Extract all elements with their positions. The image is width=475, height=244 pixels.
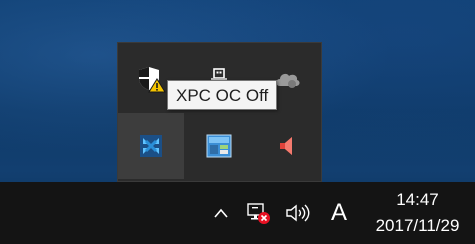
tray-item-network-app[interactable] xyxy=(186,113,252,179)
network-settings-app-icon xyxy=(206,134,232,158)
volume-button[interactable] xyxy=(279,182,317,244)
audio-speaker-app-icon xyxy=(280,137,292,155)
taskbar: A 14:47 2017/11/29 xyxy=(0,182,475,244)
windows-security-warning-icon xyxy=(139,67,166,93)
network-disconnected-icon xyxy=(247,203,270,224)
chevron-up-icon xyxy=(214,208,228,218)
clock-date: 2017/11/29 xyxy=(375,216,460,235)
xpc-oc-icon xyxy=(140,135,162,157)
input-method-indicator: A xyxy=(330,199,347,226)
tray-overflow-flyout xyxy=(117,42,322,182)
tray-tooltip: XPC OC Off xyxy=(167,80,278,110)
speaker-volume-icon xyxy=(286,204,310,222)
clock-time: 14:47 xyxy=(396,190,439,209)
network-status-button[interactable] xyxy=(241,182,277,244)
tray-item-audio-app[interactable] xyxy=(254,113,320,179)
show-hidden-icons-button[interactable] xyxy=(205,182,237,244)
tray-item-xpc-oc[interactable] xyxy=(118,113,184,179)
clock-button[interactable]: 14:47 2017/11/29 xyxy=(360,182,475,244)
input-method-button[interactable]: A xyxy=(322,182,356,244)
